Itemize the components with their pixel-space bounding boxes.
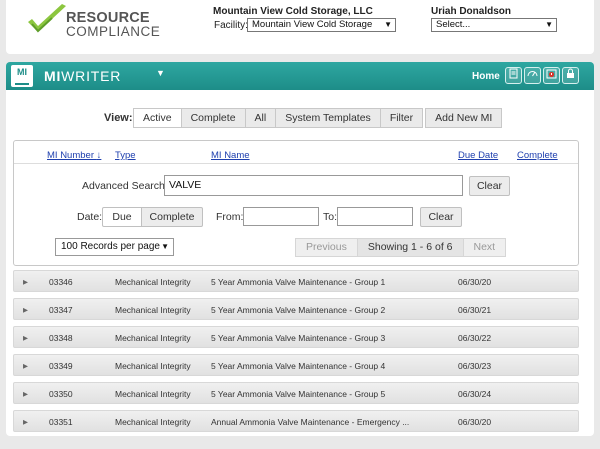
- row-type: Mechanical Integrity: [115, 305, 191, 315]
- facility-select[interactable]: Mountain View Cold Storage ▼: [247, 18, 396, 32]
- row-type: Mechanical Integrity: [115, 389, 191, 399]
- row-mi-name: 5 Year Ammonia Valve Maintenance - Group…: [211, 361, 386, 371]
- expand-triangle-icon[interactable]: ▶: [23, 390, 28, 398]
- lock-icon[interactable]: [562, 67, 579, 84]
- mi-list: ▶ 03346 Mechanical Integrity 5 Year Ammo…: [13, 270, 579, 438]
- advanced-search-input[interactable]: VALVE: [164, 175, 463, 196]
- date-complete-toggle[interactable]: Complete: [141, 207, 203, 227]
- dropdown-arrow-icon: ▼: [545, 20, 553, 29]
- from-date-input[interactable]: [243, 207, 319, 226]
- row-mi-number: 03350: [49, 389, 73, 399]
- row-type: Mechanical Integrity: [115, 277, 191, 287]
- expand-triangle-icon[interactable]: ▶: [23, 334, 28, 342]
- row-mi-number: 03347: [49, 305, 73, 315]
- row-mi-number: 03349: [49, 361, 73, 371]
- date-clear-button[interactable]: Clear: [420, 207, 462, 227]
- header-divider: [14, 163, 578, 164]
- expand-triangle-icon[interactable]: ▶: [23, 418, 28, 426]
- column-header-type[interactable]: Type: [115, 150, 136, 161]
- table-row[interactable]: ▶ 03348 Mechanical Integrity 5 Year Ammo…: [13, 326, 579, 348]
- records-per-page-value: 100 Records per page: [61, 241, 160, 252]
- table-row[interactable]: ▶ 03346 Mechanical Integrity 5 Year Ammo…: [13, 270, 579, 292]
- table-row[interactable]: ▶ 03349 Mechanical Integrity 5 Year Ammo…: [13, 354, 579, 376]
- user-select-value: Select...: [436, 19, 471, 30]
- company-name: Mountain View Cold Storage, LLC: [213, 6, 373, 17]
- add-new-mi-button[interactable]: Add New MI: [425, 108, 503, 128]
- app-title-rest: WRITER: [61, 68, 122, 84]
- row-type: Mechanical Integrity: [115, 417, 191, 427]
- app-title-bold: MI: [44, 68, 62, 84]
- column-header-complete[interactable]: Complete: [517, 150, 558, 161]
- tab-complete[interactable]: Complete: [180, 108, 246, 128]
- date-due-toggle[interactable]: Due: [102, 207, 142, 227]
- advanced-search-label: Advanced Search:: [82, 180, 168, 192]
- sort-arrow-icon: ↓: [96, 150, 102, 161]
- main-panel: View: Active Complete All System Templat…: [6, 90, 594, 436]
- table-row[interactable]: ▶ 03347 Mechanical Integrity 5 Year Ammo…: [13, 298, 579, 320]
- mi-app-badge-text: MI: [17, 67, 27, 77]
- row-mi-number: 03346: [49, 277, 73, 287]
- row-due-date: 06/30/23: [458, 361, 492, 371]
- column-header-mi-number-label: MI Number: [47, 150, 94, 161]
- from-label: From:: [216, 211, 244, 223]
- clipboard-icon[interactable]: [505, 67, 522, 84]
- facility-select-value: Mountain View Cold Storage: [252, 19, 373, 30]
- row-due-date: 06/30/24: [458, 389, 492, 399]
- table-row[interactable]: ▶ 03351 Mechanical Integrity Annual Ammo…: [13, 410, 579, 432]
- search-clear-button[interactable]: Clear: [469, 176, 510, 196]
- row-mi-name: 5 Year Ammonia Valve Maintenance - Group…: [211, 389, 386, 399]
- table-row[interactable]: ▶ 03350 Mechanical Integrity 5 Year Ammo…: [13, 382, 579, 404]
- app-bar: MI MIWRITER ▼ Home: [6, 62, 594, 90]
- mi-app-badge-underline: [15, 83, 29, 85]
- tab-system-templates[interactable]: System Templates: [275, 108, 381, 128]
- facility-label: Facility:: [214, 20, 248, 31]
- app-title[interactable]: MIWRITER: [44, 68, 121, 84]
- paging-info: Showing 1 - 6 of 6: [356, 238, 464, 257]
- top-header: RESOURCE COMPLIANCE Mountain View Cold S…: [6, 0, 594, 54]
- view-label: View:: [104, 112, 133, 124]
- mi-app-icon: MI: [11, 65, 33, 87]
- column-header-due-date[interactable]: Due Date: [458, 150, 498, 161]
- previous-button[interactable]: Previous: [295, 238, 358, 257]
- view-tabs: Active Complete All System Templates Fil…: [133, 108, 503, 128]
- row-mi-name: 5 Year Ammonia Valve Maintenance - Group…: [211, 305, 386, 315]
- next-button[interactable]: Next: [462, 238, 507, 257]
- user-select[interactable]: Select... ▼: [431, 18, 557, 32]
- home-link[interactable]: Home: [472, 71, 500, 82]
- tab-all[interactable]: All: [244, 108, 277, 128]
- user-name: Uriah Donaldson: [431, 6, 512, 17]
- gauge-icon[interactable]: [524, 67, 541, 84]
- row-type: Mechanical Integrity: [115, 333, 191, 343]
- records-per-page-select[interactable]: 100 Records per page ▼: [55, 238, 174, 256]
- dropdown-arrow-icon: ▼: [161, 242, 169, 251]
- to-date-input[interactable]: [337, 207, 413, 226]
- row-due-date: 06/30/22: [458, 333, 492, 343]
- row-mi-number: 03348: [49, 333, 73, 343]
- row-due-date: 06/30/21: [458, 305, 492, 315]
- row-mi-name: 5 Year Ammonia Valve Maintenance - Group…: [211, 277, 386, 287]
- alert-calendar-icon[interactable]: [543, 67, 560, 84]
- to-label: To:: [323, 211, 338, 223]
- tab-filter[interactable]: Filter: [379, 108, 424, 128]
- pager: Previous Showing 1 - 6 of 6 Next: [295, 238, 507, 257]
- row-mi-number: 03351: [49, 417, 73, 427]
- app-menu-caret-icon[interactable]: ▼: [156, 68, 165, 78]
- column-header-mi-number[interactable]: MI Number ↓: [47, 150, 101, 161]
- dropdown-arrow-icon: ▼: [384, 20, 392, 29]
- tab-active[interactable]: Active: [133, 108, 182, 128]
- column-header-mi-name[interactable]: MI Name: [211, 150, 250, 161]
- row-due-date: 06/30/20: [458, 417, 492, 427]
- row-mi-name: 5 Year Ammonia Valve Maintenance - Group…: [211, 333, 386, 343]
- filter-box: MI Number ↓ Type MI Name Due Date Comple…: [13, 140, 579, 266]
- row-mi-name: Annual Ammonia Valve Maintenance - Emerg…: [211, 417, 410, 427]
- expand-triangle-icon[interactable]: ▶: [23, 362, 28, 370]
- row-type: Mechanical Integrity: [115, 361, 191, 371]
- logo-text-compliance: COMPLIANCE: [66, 24, 161, 39]
- expand-triangle-icon[interactable]: ▶: [23, 278, 28, 286]
- row-due-date: 06/30/20: [458, 277, 492, 287]
- expand-triangle-icon[interactable]: ▶: [23, 306, 28, 314]
- date-label: Date:: [77, 211, 103, 223]
